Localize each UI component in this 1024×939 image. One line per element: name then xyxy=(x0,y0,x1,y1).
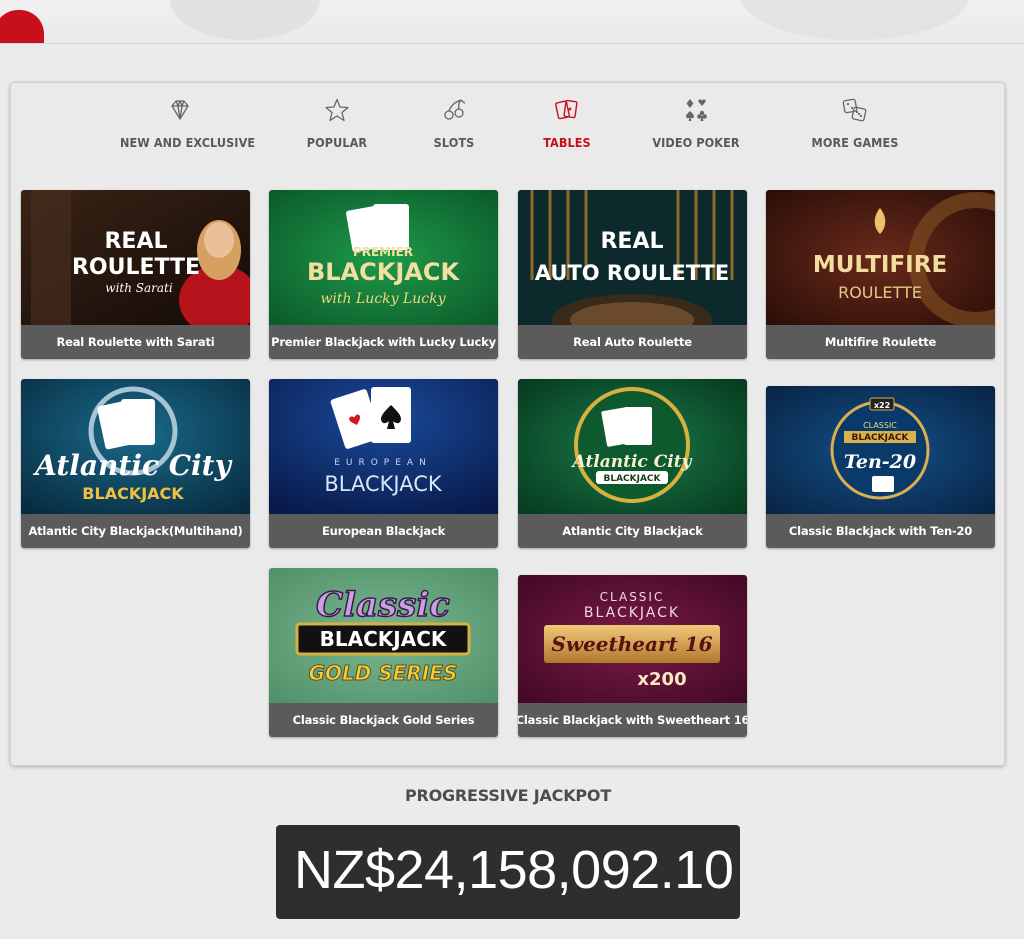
svg-text:Ten-20: Ten-20 xyxy=(844,451,916,473)
game-title: Atlantic City Blackjack(Multihand) xyxy=(21,514,250,548)
svg-text:ROULETTE: ROULETTE xyxy=(838,283,922,302)
game-thumbnail: REAL ROULETTE with Sarati xyxy=(21,190,250,325)
game-title: Multifire Roulette xyxy=(766,325,995,359)
category-label: MORE GAMES xyxy=(811,135,899,150)
svg-text:BLACKJACK: BLACKJACK xyxy=(851,433,909,443)
game-tile-real-roulette-sarati[interactable]: REAL ROULETTE with Sarati Real Roulette … xyxy=(21,190,250,359)
game-title: Classic Blackjack Gold Series xyxy=(269,703,498,737)
svg-text:PREMIER: PREMIER xyxy=(353,245,413,259)
svg-text:BLACKJACK: BLACKJACK xyxy=(82,484,184,503)
svg-text:BLACKJACK: BLACKJACK xyxy=(320,627,448,651)
game-tile-classic-blackjack-sweetheart16[interactable]: CLASSIC BLACKJACK Sweetheart 16 x200 Cla… xyxy=(518,575,747,737)
diamond-icon xyxy=(171,100,189,120)
svg-text:with Lucky Lucky: with Lucky Lucky xyxy=(320,291,446,307)
category-more-games[interactable]: MORE GAMES xyxy=(810,97,900,155)
game-thumbnail: Classic BLACKJACK GOLD SERIES xyxy=(269,568,498,703)
svg-text:GOLD SERIES: GOLD SERIES xyxy=(309,661,458,685)
svg-text:BLACKJACK: BLACKJACK xyxy=(307,258,460,286)
game-thumbnail: CLASSIC BLACKJACK Sweetheart 16 x200 xyxy=(518,575,747,703)
game-thumbnail: MULTIFIRE ROULETTE xyxy=(766,190,995,325)
game-tile-atlantic-city-blackjack[interactable]: Atlantic City BLACKJACK Atlantic City Bl… xyxy=(518,379,747,548)
svg-text:BLACKJACK: BLACKJACK xyxy=(603,474,661,484)
game-tile-real-auto-roulette[interactable]: REAL AUTO ROULETTE Real Auto Roulette xyxy=(518,190,747,359)
header-decoration xyxy=(740,0,970,40)
card-suits-icon xyxy=(686,99,707,121)
cards-icon xyxy=(555,99,578,120)
game-thumbnail: REAL AUTO ROULETTE xyxy=(518,190,747,325)
game-title: Classic Blackjack with Ten-20 xyxy=(766,514,995,548)
svg-text:Atlantic City: Atlantic City xyxy=(571,452,693,472)
category-tables[interactable]: TABLES xyxy=(539,97,595,155)
svg-text:REAL: REAL xyxy=(600,229,663,254)
dice-icon xyxy=(842,98,867,122)
game-title: Real Auto Roulette xyxy=(518,325,747,359)
svg-text:BLACKJACK: BLACKJACK xyxy=(324,472,443,496)
category-video-poker[interactable]: VIDEO POKER xyxy=(651,97,741,155)
svg-text:AUTO ROULETTE: AUTO ROULETTE xyxy=(535,261,729,285)
game-tile-classic-blackjack-ten20[interactable]: x22 CLASSIC BLACKJACK Ten-20 Classic Bla… xyxy=(766,386,995,548)
svg-text:REAL: REAL xyxy=(104,229,167,254)
jackpot-display: NZ$24,158,092.10 xyxy=(276,825,740,919)
category-popular[interactable]: POPULAR xyxy=(299,97,375,155)
svg-text:CLASSIC: CLASSIC xyxy=(863,421,897,430)
game-thumbnail: Atlantic City BLACKJACK xyxy=(21,379,250,514)
category-slots[interactable]: SLOTS xyxy=(429,97,479,155)
game-tile-premier-blackjack[interactable]: PREMIER BLACKJACK with Lucky Lucky Premi… xyxy=(269,190,498,359)
svg-text:with Sarati: with Sarati xyxy=(105,281,173,295)
game-thumbnail: Atlantic City BLACKJACK xyxy=(518,379,747,514)
svg-text:EUROPEAN: EUROPEAN xyxy=(334,458,432,468)
game-title: Premier Blackjack with Lucky Lucky xyxy=(269,325,498,359)
star-icon xyxy=(325,98,349,122)
game-title: Classic Blackjack with Sweetheart 16 xyxy=(518,703,747,737)
svg-text:MULTIFIRE: MULTIFIRE xyxy=(813,252,947,278)
game-thumbnail: EUROPEAN BLACKJACK xyxy=(269,379,498,514)
jackpot-amount: NZ$24,158,092.10 xyxy=(294,840,734,900)
category-label: VIDEO POKER xyxy=(652,135,740,150)
category-nav: NEW AND EXCLUSIVE POPULAR SLOTS TABLES V… xyxy=(11,83,1004,163)
game-thumbnail: x22 CLASSIC BLACKJACK Ten-20 xyxy=(766,386,995,514)
svg-text:Sweetheart 16: Sweetheart 16 xyxy=(551,632,712,656)
category-label: POPULAR xyxy=(306,135,368,150)
game-thumbnail: PREMIER BLACKJACK with Lucky Lucky xyxy=(269,190,498,325)
game-tile-multifire-roulette[interactable]: MULTIFIRE ROULETTE Multifire Roulette xyxy=(766,190,995,359)
game-tile-atlantic-city-multihand[interactable]: Atlantic City BLACKJACK Atlantic City Bl… xyxy=(21,379,250,548)
game-tile-european-blackjack[interactable]: EUROPEAN BLACKJACK European Blackjack xyxy=(269,379,498,548)
game-tile-classic-blackjack-gold-series[interactable]: Classic BLACKJACK GOLD SERIES Classic Bl… xyxy=(269,568,498,737)
category-label: NEW AND EXCLUSIVE xyxy=(120,135,256,150)
svg-text:CLASSIC: CLASSIC xyxy=(600,590,665,604)
svg-text:BLACKJACK: BLACKJACK xyxy=(584,605,680,621)
svg-text:Classic: Classic xyxy=(316,585,450,625)
category-label: SLOTS xyxy=(433,135,475,150)
game-title: Real Roulette with Sarati xyxy=(21,325,250,359)
brand-logo-fragment[interactable] xyxy=(0,10,44,43)
game-title: Atlantic City Blackjack xyxy=(518,514,747,548)
svg-text:Atlantic City: Atlantic City xyxy=(32,449,233,482)
svg-text:x200: x200 xyxy=(637,669,686,690)
top-header-strip xyxy=(0,0,1024,44)
jackpot-title: PROGRESSIVE JACKPOT xyxy=(404,786,612,805)
game-title: European Blackjack xyxy=(269,514,498,548)
header-decoration xyxy=(170,0,320,40)
games-panel: NEW AND EXCLUSIVE POPULAR SLOTS TABLES V… xyxy=(10,82,1005,766)
category-label: TABLES xyxy=(543,135,591,150)
cherries-icon xyxy=(444,99,466,120)
svg-text:x22: x22 xyxy=(874,401,890,410)
svg-text:ROULETTE: ROULETTE xyxy=(72,255,200,280)
category-new-and-exclusive[interactable]: NEW AND EXCLUSIVE xyxy=(120,97,256,155)
